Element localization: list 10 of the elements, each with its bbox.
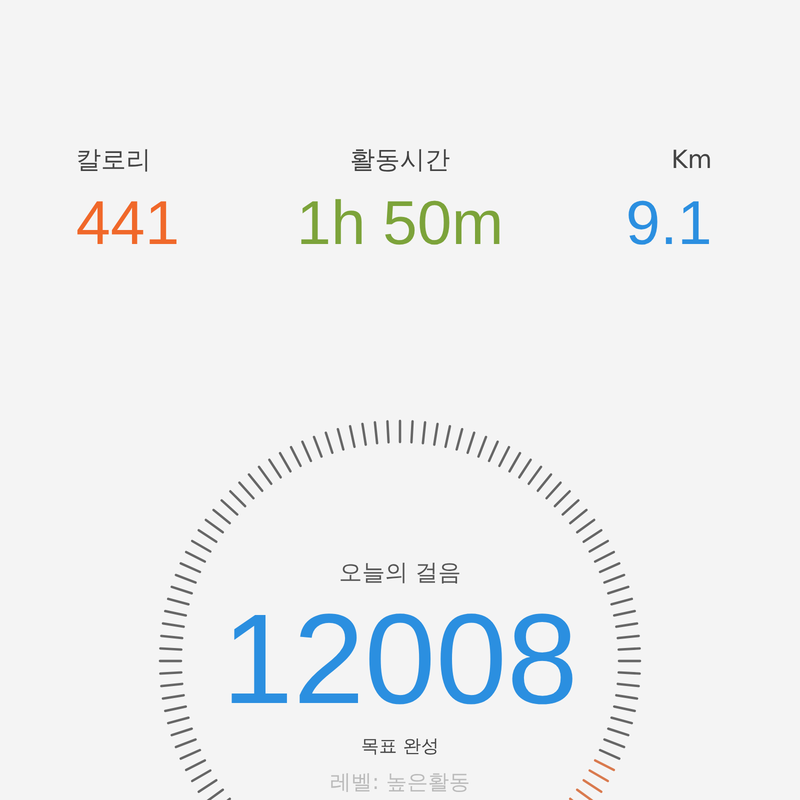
goal-status: 목표 완성 (361, 735, 439, 759)
stat-value: 9.1 (626, 188, 712, 260)
step-count: 12008 (222, 595, 578, 725)
stat-label: Km (671, 144, 712, 176)
stat-value: 1h 50m (296, 188, 504, 260)
stat-label: 활동시간 (350, 144, 450, 176)
stat-label: 칼로리 (76, 144, 151, 176)
activity-level: 레벨: 높은활동 (330, 769, 470, 796)
stat-value: 441 (76, 188, 180, 260)
steps-title: 오늘의 걸음 (338, 559, 462, 588)
